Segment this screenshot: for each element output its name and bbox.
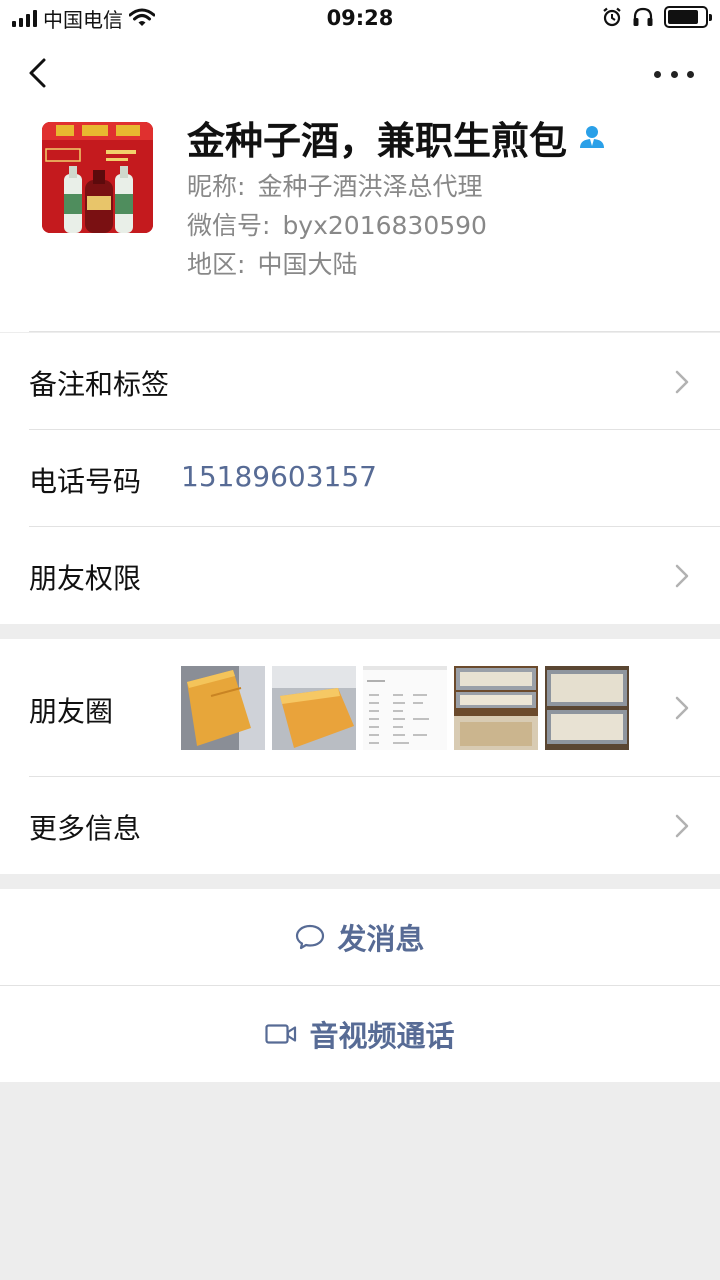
- region-line: 地区: 中国大陆: [187, 245, 357, 281]
- send-message-label: 发消息: [337, 922, 425, 956]
- moments-photo: [363, 666, 447, 750]
- verified-person-icon: [580, 126, 605, 148]
- remarks-tags-row[interactable]: 备注和标签: [0, 333, 720, 430]
- phone-label: 电话号码: [29, 465, 142, 498]
- send-message-button[interactable]: 发消息: [0, 889, 720, 985]
- remarks-tags-label: 备注和标签: [29, 368, 170, 401]
- status-right: [602, 6, 712, 28]
- dot-icon: [654, 70, 661, 78]
- alarm-icon: [603, 7, 621, 27]
- moments-photo: [545, 666, 629, 750]
- nav-bar: [0, 40, 720, 110]
- profile-header: 金种子酒，兼职生煎包 昵称: 金种子酒洪泽总代理 微信号: byx201683059…: [0, 110, 720, 332]
- video-call-button[interactable]: 音视频通话: [0, 986, 720, 1082]
- more-info-row[interactable]: 更多信息: [0, 777, 720, 874]
- friend-permissions-label: 朋友权限: [29, 562, 142, 595]
- moments-photo: [454, 666, 538, 750]
- nickname-line: 昵称: 金种子酒洪泽总代理: [187, 167, 482, 203]
- video-call-label: 音视频通话: [309, 1019, 455, 1053]
- moments-thumbnails: [181, 666, 629, 750]
- moments-photo: [181, 666, 265, 750]
- dot-icon: [687, 70, 694, 78]
- moments-label: 朋友圈: [29, 695, 114, 728]
- contact-name-row: 金种子酒，兼职生煎包: [187, 112, 605, 163]
- moments-thumbnail: [545, 666, 629, 750]
- moments-thumbnail: [272, 666, 356, 750]
- moments-photo: [272, 666, 356, 750]
- moments-thumbnail: [363, 666, 447, 750]
- region-label: 地区:: [187, 250, 246, 279]
- more-options-button[interactable]: [654, 62, 694, 86]
- phone-number-link[interactable]: 15189603157: [181, 460, 377, 493]
- divider: [29, 331, 720, 332]
- avatar[interactable]: [42, 122, 153, 233]
- video-camera-icon: [265, 1024, 297, 1044]
- chevron-right-icon: [675, 370, 689, 394]
- back-button[interactable]: [20, 54, 60, 94]
- dot-icon: [670, 70, 678, 78]
- nickname-value: 金种子酒洪泽总代理: [257, 172, 483, 201]
- contact-name: 金种子酒，兼职生煎包: [187, 118, 568, 163]
- nickname-label: 昵称:: [187, 172, 246, 201]
- more-info-label: 更多信息: [29, 812, 142, 845]
- wechat-id-label: 微信号:: [187, 211, 271, 240]
- phone-row: 电话号码 15189603157: [0, 430, 720, 527]
- moments-thumbnail: [181, 666, 265, 750]
- friend-permissions-row[interactable]: 朋友权限: [0, 527, 720, 624]
- region-value: 中国大陆: [257, 250, 358, 279]
- wechat-id-line: 微信号: byx2016830590: [187, 206, 487, 242]
- battery-icon: [664, 6, 712, 28]
- chevron-right-icon: [675, 814, 689, 838]
- status-bar: 中国电信 09:28: [0, 0, 720, 40]
- headphones-icon: [633, 7, 653, 26]
- moments-thumbnail: [454, 666, 538, 750]
- liquor-bottles-picture: [42, 122, 153, 233]
- wechat-id-value: byx2016830590: [282, 211, 487, 240]
- moments-row[interactable]: 朋友圈: [0, 639, 720, 777]
- chat-bubble-icon: [296, 924, 325, 950]
- chevron-right-icon: [675, 564, 689, 588]
- chevron-right-icon: [675, 696, 689, 720]
